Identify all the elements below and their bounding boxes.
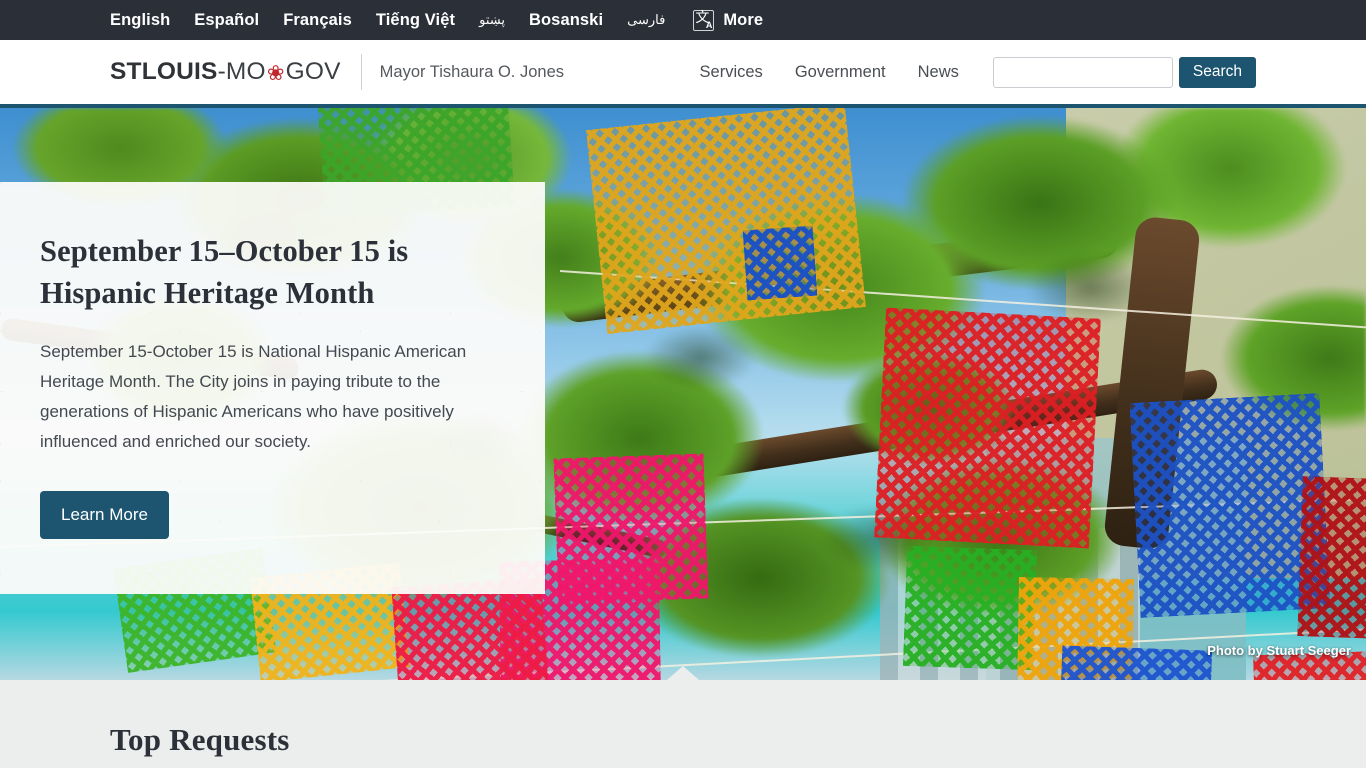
language-bar: English Español Français Tiếng Việt پښتو… [0,0,1366,40]
flag-medallion [916,346,1061,483]
hero-card: September 15–October 15 is Hispanic Heri… [0,182,545,594]
search-button[interactable]: Search [1178,56,1256,88]
hero-title: September 15–October 15 is Hispanic Heri… [40,234,409,310]
mayor-name: Mayor Tishaura O. Jones [379,62,564,81]
main-content-inner: Top Requests [110,680,1256,758]
nav-item-services[interactable]: Services [700,63,763,82]
nav-item-government[interactable]: Government [795,63,886,82]
flag-medallion [350,108,478,175]
site-logo[interactable]: STLOUIS-MO❀GOV [110,58,341,86]
header-divider [360,54,362,90]
language-link-espanol[interactable]: Español [194,0,259,40]
site-header: STLOUIS-MO❀GOV Mayor Tishaura O. Jones S… [0,40,1366,108]
logo-part-mo: -MO [217,58,266,85]
fleur-de-lis-icon: ❀ [266,62,285,85]
top-requests-heading: Top Requests [110,722,290,757]
hero-scroll-notch [667,666,699,680]
language-link-farsi[interactable]: فارسی [627,0,665,40]
papel-picado-flag [1057,645,1213,680]
language-bar-inner: English Español Français Tiếng Việt پښتو… [110,0,1256,40]
papel-picado-flag [742,225,818,301]
site-logo-text: STLOUIS-MO❀GOV [110,58,341,86]
flag-medallion [927,565,1014,636]
logo-part-gov: GOV [285,58,341,85]
language-more-label: More [723,11,764,29]
main-content: Top Requests [0,680,1366,768]
papel-picado-flag [1297,476,1366,640]
language-link-bosanski[interactable]: Bosanski [529,0,603,40]
flag-medallion [1086,667,1185,680]
search-form: Search [992,56,1256,88]
papel-picado-flag [874,307,1101,549]
main-navigation: Services Government News [700,63,959,82]
header-inner: STLOUIS-MO❀GOV Mayor Tishaura O. Jones S… [110,40,1256,104]
papel-picado-flag [585,108,867,335]
logo-part-stlouis: STLOUIS [110,58,218,85]
flag-medallion [1165,429,1294,556]
photo-credit: Photo by Stuart Seeger [1207,643,1351,658]
hero-banner: September 15–October 15 is Hispanic Heri… [0,108,1366,680]
language-link-tieng-viet[interactable]: Tiếng Việt [376,0,455,40]
learn-more-button[interactable]: Learn More [40,490,169,539]
translate-icon: 文 A [693,9,715,31]
translate-icon-latin-glyph: A [705,19,713,30]
hero-description: September 15-October 15 is National Hisp… [40,341,467,451]
language-link-english[interactable]: English [110,0,170,40]
nav-item-news[interactable]: News [918,63,959,82]
flag-medallion [581,477,681,563]
language-link-francais[interactable]: Français [283,0,352,40]
search-input[interactable] [992,56,1173,88]
language-more-button[interactable]: 文 A More [693,0,763,40]
language-link-pashto[interactable]: پښتو [479,0,505,40]
